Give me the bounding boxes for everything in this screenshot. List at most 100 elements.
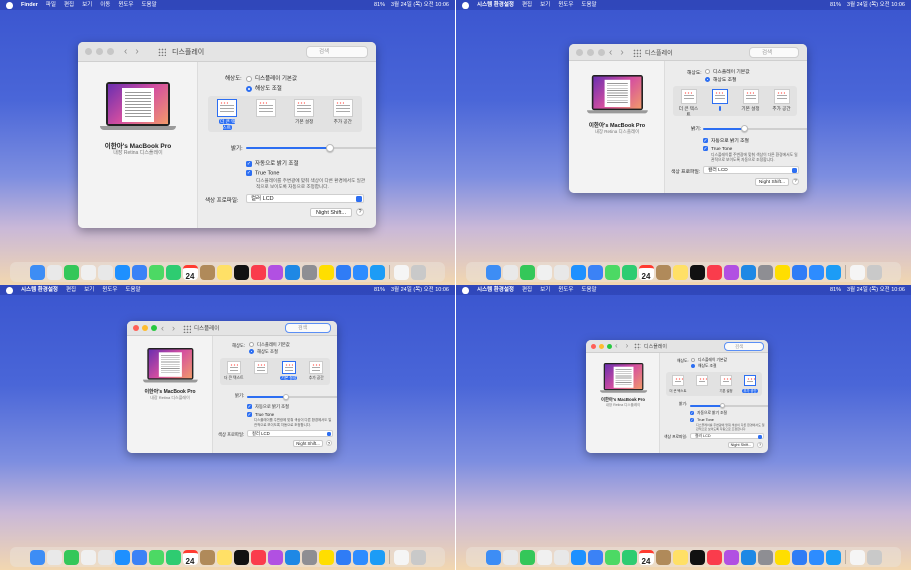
menu-finder[interactable]: Finder [21,0,38,10]
battery-percent[interactable]: 81% [830,0,841,10]
color-profile-select[interactable]: 컬러 LCD [247,430,333,437]
zoom-button[interactable] [598,49,605,56]
messages-icon[interactable] [519,264,535,280]
finder-icon[interactable] [485,264,501,280]
notes-icon[interactable] [216,549,232,565]
trash-icon[interactable] [410,264,426,280]
xcode-icon[interactable] [825,549,841,565]
night-shift-button[interactable]: Night Shift... [728,442,754,448]
forward-button[interactable]: › [626,341,629,350]
appstore-icon[interactable] [284,264,300,280]
settings-icon[interactable] [757,264,773,280]
documents-icon[interactable] [393,549,409,565]
menu-window[interactable]: 윈도우 [558,285,573,295]
notes-icon[interactable] [672,549,688,565]
minimize-button[interactable] [96,48,103,55]
calendar-icon[interactable]: 24 [182,264,198,281]
tasks-icon[interactable] [335,549,351,565]
chrome-icon[interactable] [97,549,113,565]
launchpad-icon[interactable] [46,264,62,280]
search-input[interactable]: 검색 [285,323,331,333]
preset-default[interactable]: 기본 설정 [279,361,299,381]
preset-2[interactable] [710,89,730,111]
res-option-default[interactable]: 디스플레이 기본값 [691,358,727,363]
clock[interactable]: 3월 24일 (목) 오전 10:06 [847,0,905,10]
true-tone-checkbox[interactable]: ✓ True Tone [246,170,279,176]
auto-brightness-checkbox[interactable]: ✓ 자동으로 밝기 조절 [246,159,299,167]
launchpad-icon[interactable] [502,549,518,565]
preset-2[interactable] [255,99,276,119]
menu-window[interactable]: 윈도우 [558,0,573,10]
auto-brightness-checkbox[interactable]: ✓ 자동으로 밝기 조절 [247,404,289,410]
appletv-icon[interactable] [689,264,705,280]
maps-icon[interactable] [604,549,620,565]
menu-view[interactable]: 보기 [540,0,550,10]
documents-icon[interactable] [849,264,865,280]
menu-help[interactable]: 도움말 [581,285,596,295]
preset-default[interactable]: 기본 설정 [741,89,761,112]
help-button[interactable]: ? [326,440,332,446]
close-button[interactable] [576,49,583,56]
mail-icon[interactable] [131,264,147,280]
music-icon[interactable] [250,549,266,565]
search-input[interactable]: 검색 [306,46,368,58]
trash-icon[interactable] [866,264,882,280]
minimize-button[interactable] [599,344,604,349]
menu-help[interactable]: 도움말 [581,0,596,10]
calendar-icon[interactable]: 24 [638,549,654,566]
res-option-scaled[interactable]: 해상도 조절 [705,76,736,83]
contacts-icon[interactable] [199,264,215,280]
minimize-button[interactable] [142,325,148,331]
zoom-icon[interactable] [352,549,368,565]
photos-icon[interactable] [80,549,96,565]
night-shift-button[interactable]: Night Shift... [310,208,352,217]
music-icon[interactable] [706,549,722,565]
res-option-scaled[interactable]: 해상도 조절 [691,364,717,369]
show-all-icon[interactable] [633,49,641,57]
apple-icon[interactable] [6,286,13,294]
mail-icon[interactable] [587,549,603,565]
xcode-icon[interactable] [825,264,841,280]
slider-knob[interactable] [720,403,726,408]
podcasts-icon[interactable] [723,264,739,280]
help-button[interactable]: ? [792,178,799,185]
search-input[interactable]: 검색 [749,47,799,58]
podcasts-icon[interactable] [267,549,283,565]
slider-knob[interactable] [740,125,748,132]
forward-button[interactable]: › [135,46,138,57]
messages-icon[interactable] [519,549,535,565]
res-option-default[interactable]: 디스플레이 기본값 [705,68,750,75]
res-option-default[interactable]: 디스플레이 기본값 [249,342,290,348]
contacts-icon[interactable] [655,264,671,280]
clock[interactable]: 3월 24일 (목) 오전 10:06 [391,285,449,295]
messages-icon[interactable] [63,549,79,565]
calendar-icon[interactable]: 24 [638,264,654,281]
apple-icon[interactable] [462,286,469,294]
contacts-icon[interactable] [199,549,215,565]
documents-icon[interactable] [849,549,865,565]
back-button[interactable]: ‹ [609,47,612,58]
back-button[interactable]: ‹ [615,341,618,350]
menu-window[interactable]: 윈도우 [102,285,117,295]
preset-more-space[interactable]: 추가 공간 [306,361,326,381]
clock[interactable]: 3월 24일 (목) 오전 10:06 [847,285,905,295]
menu-system-prefs[interactable]: 시스템 환경설정 [477,285,514,295]
true-tone-checkbox[interactable]: ✓ True Tone [247,412,274,418]
preset-default[interactable]: 기본 설정 [294,99,315,125]
brightness-slider[interactable] [703,125,807,132]
photos-icon[interactable] [80,264,96,280]
night-shift-button[interactable]: Night Shift... [755,178,789,186]
finder-icon[interactable] [485,549,501,565]
auto-brightness-checkbox[interactable]: ✓ 자동으로 밝기 조절 [690,411,727,416]
tasks-icon[interactable] [335,264,351,280]
res-option-default[interactable]: 디스플레이 기본값 [246,74,297,82]
xcode-icon[interactable] [369,264,385,280]
settings-icon[interactable] [757,549,773,565]
appstore-icon[interactable] [740,264,756,280]
close-button[interactable] [133,325,139,331]
contacts-icon[interactable] [655,549,671,565]
back-button[interactable]: ‹ [124,46,127,57]
forward-button[interactable]: › [620,47,623,58]
res-option-scaled[interactable]: 해상도 조절 [246,84,282,92]
menu-system-prefs[interactable]: 시스템 환경설정 [477,0,514,10]
